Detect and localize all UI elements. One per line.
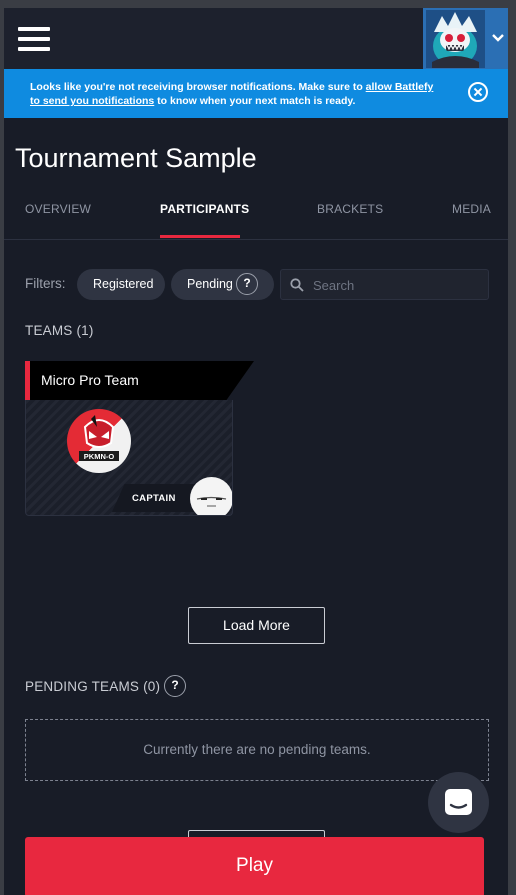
filter-pending-label: Pending (187, 277, 233, 291)
tab-media[interactable]: MEDIA (452, 202, 491, 216)
pending-teams-empty-state: Currently there are no pending teams. (25, 719, 489, 781)
account-menu-button[interactable] (423, 8, 508, 69)
captain-avatar (190, 477, 232, 515)
team-card[interactable]: Micro Pro Team PKMN-O CAPTAIN (25, 361, 254, 516)
tab-overview[interactable]: OVERVIEW (25, 202, 91, 216)
menu-icon[interactable] (18, 27, 50, 51)
empty-message: Currently there are no pending teams. (143, 742, 371, 757)
notification-text: Looks like you're not receiving browser … (30, 81, 366, 93)
team-logo-text: PKMN-O (84, 452, 115, 461)
team-accent-bar (25, 361, 30, 400)
app-frame: Looks like you're not receiving browser … (4, 8, 508, 895)
page-title: Tournament Sample (15, 143, 257, 173)
filter-registered-label: Registered (93, 277, 154, 291)
chat-icon (445, 789, 472, 815)
help-icon[interactable]: ? (164, 675, 186, 697)
team-card-header: Micro Pro Team (25, 361, 254, 400)
active-tab-indicator (160, 235, 240, 238)
tab-brackets[interactable]: BRACKETS (317, 202, 383, 216)
chevron-down-icon (492, 34, 504, 42)
team-card-body: PKMN-O CAPTAIN (25, 400, 233, 516)
tab-bar: OVERVIEW PARTICIPANTS BRACKETS MEDIA (4, 193, 508, 240)
search-box (280, 269, 489, 301)
team-name: Micro Pro Team (41, 372, 139, 388)
filter-pending-button[interactable]: Pending ? (171, 269, 274, 300)
team-logo: PKMN-O (67, 409, 131, 473)
search-input[interactable] (311, 270, 485, 301)
avatar (426, 10, 485, 68)
notification-banner: Looks like you're not receiving browser … (4, 69, 508, 118)
filter-registered-button[interactable]: Registered (77, 269, 165, 300)
search-icon (290, 278, 304, 292)
filters-label: Filters: (25, 276, 66, 291)
play-button[interactable]: Play (25, 837, 484, 895)
teams-heading: TEAMS (1) (25, 323, 94, 338)
close-icon[interactable] (468, 82, 488, 102)
notification-message: Looks like you're not receiving browser … (30, 80, 440, 108)
pending-teams-heading: PENDING TEAMS (0) (25, 679, 161, 694)
help-icon[interactable]: ? (236, 273, 258, 295)
load-more-button[interactable]: Load More (188, 607, 325, 644)
notification-text-end: to know when your next match is ready. (154, 95, 356, 107)
captain-label: CAPTAIN (132, 493, 176, 504)
top-bar (4, 8, 508, 69)
chat-launcher-button[interactable] (428, 772, 489, 833)
tab-participants[interactable]: PARTICIPANTS (160, 202, 249, 216)
